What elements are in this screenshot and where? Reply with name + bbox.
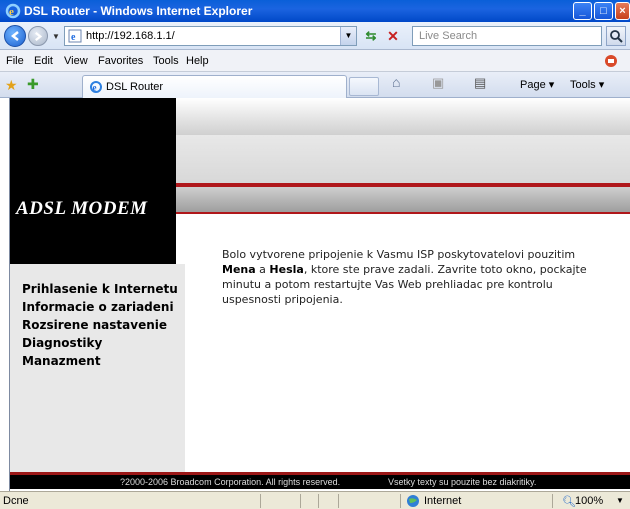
- refresh-icon[interactable]: ⇆: [362, 27, 380, 45]
- zoom-level[interactable]: 100%: [575, 495, 603, 507]
- search-icon: [610, 30, 623, 43]
- status-text: Dcne: [3, 495, 29, 507]
- tab-dsl-router[interactable]: e DSL Router: [82, 75, 347, 98]
- security-zone[interactable]: Internet: [424, 495, 461, 507]
- home-icon[interactable]: ⌂: [392, 74, 400, 90]
- connection-message: Bolo vytvorene pripojenie k Vasmu ISP po…: [222, 247, 592, 307]
- menu-tools[interactable]: Tools: [153, 55, 179, 67]
- window-titlebar[interactable]: e DSL Router - Windows Internet Explorer…: [0, 0, 630, 22]
- logo-text: ADSL MODEM: [16, 198, 148, 219]
- address-bar[interactable]: e http://192.168.1.1/ ▼: [64, 26, 357, 46]
- nav-internet-login[interactable]: Prihlasenie k Internetu: [22, 282, 178, 296]
- header-grey-band: [176, 187, 630, 212]
- header-band: [176, 135, 630, 183]
- zoom-icon: 🔍︎: [562, 496, 576, 508]
- back-arrow-icon: [10, 31, 19, 41]
- zoom-dropdown-icon[interactable]: ▼: [616, 496, 624, 505]
- page-icon: e: [68, 29, 82, 43]
- status-separator: [338, 494, 339, 508]
- header-red-line-bottom: [176, 212, 630, 214]
- menu-file[interactable]: File: [6, 55, 24, 67]
- tab-label: DSL Router: [106, 81, 164, 93]
- url-text[interactable]: http://192.168.1.1/: [86, 30, 175, 42]
- forward-arrow-icon: [35, 31, 43, 42]
- favorites-star-icon[interactable]: ★: [5, 77, 18, 94]
- sidebar: Prihlasenie k Internetu Informacie o zar…: [10, 264, 185, 472]
- search-input[interactable]: Live Search: [412, 26, 602, 46]
- maximize-button[interactable]: □: [594, 2, 613, 20]
- page-menu-button[interactable]: Page ▾: [520, 78, 554, 91]
- back-button[interactable]: [4, 25, 26, 47]
- window-title: DSL Router - Windows Internet Explorer: [24, 4, 253, 18]
- minimize-button[interactable]: _: [573, 2, 592, 20]
- address-toolbar: ▼ e http://192.168.1.1/ ▼ ⇆ ✕ Live Searc…: [0, 22, 630, 50]
- status-separator: [260, 494, 261, 508]
- nav-diagnostics[interactable]: Diagnostiky: [22, 336, 102, 350]
- address-dropdown-icon[interactable]: ▼: [340, 27, 356, 45]
- tools-menu-button[interactable]: Tools ▾: [570, 78, 604, 91]
- nav-advanced-setup[interactable]: Rozsirene nastavenie: [22, 318, 167, 332]
- message-bold-name: Mena: [222, 263, 256, 276]
- menu-edit[interactable]: Edit: [34, 55, 53, 67]
- globe-icon: [407, 495, 419, 507]
- page-content: ADSL MODEM Prihlasenie k Internetu Infor…: [9, 98, 630, 491]
- footer-note: Vsetky texty su pouzite bez diakritiky.: [388, 477, 537, 487]
- message-text-1: Bolo vytvorene pripojenie k Vasmu ISP po…: [222, 248, 576, 261]
- new-tab-button[interactable]: [349, 77, 379, 96]
- search-placeholder: Live Search: [419, 30, 478, 42]
- menu-help[interactable]: Help: [186, 55, 209, 67]
- menu-view[interactable]: View: [64, 55, 88, 67]
- ie-page-icon: e: [90, 81, 102, 93]
- menu-favorites[interactable]: Favorites: [98, 55, 143, 67]
- status-separator: [318, 494, 319, 508]
- footer-copyright: ?2000-2006 Broadcom Corporation. All rig…: [120, 477, 341, 487]
- svg-text:e: e: [93, 83, 97, 93]
- status-separator: [400, 494, 401, 508]
- history-dropdown-icon[interactable]: ▼: [52, 32, 60, 41]
- logo-block: ADSL MODEM: [10, 98, 176, 264]
- search-button[interactable]: [606, 26, 626, 46]
- menu-bar: File Edit View Favorites Tools Help: [0, 50, 630, 72]
- add-favorites-icon[interactable]: ✚: [27, 76, 39, 93]
- svg-text:e: e: [71, 32, 76, 43]
- nav-management[interactable]: Manazment: [22, 354, 101, 368]
- tab-bar: ★ ✚ e DSL Router ⌂ ▣ ▤ Page ▾ Tools ▾: [0, 72, 630, 98]
- message-and: a: [255, 263, 270, 276]
- page-footer: ?2000-2006 Broadcom Corporation. All rig…: [10, 472, 630, 489]
- message-bold-password: Hesla: [269, 263, 304, 276]
- stop-icon[interactable]: ✕: [384, 27, 402, 45]
- close-button[interactable]: ×: [615, 2, 630, 20]
- status-bar: Dcne Internet 🔍︎ 100% ▼: [0, 491, 630, 509]
- status-separator: [552, 494, 553, 508]
- feeds-icon[interactable]: ▣: [432, 75, 444, 91]
- translate-icon[interactable]: [603, 53, 619, 69]
- forward-button[interactable]: [28, 26, 48, 46]
- print-icon[interactable]: ▤: [474, 75, 486, 91]
- ie-logo-icon: e: [5, 3, 21, 19]
- svg-text:e: e: [9, 6, 14, 18]
- nav-device-info[interactable]: Informacie o zariadeni: [22, 300, 174, 314]
- status-separator: [300, 494, 301, 508]
